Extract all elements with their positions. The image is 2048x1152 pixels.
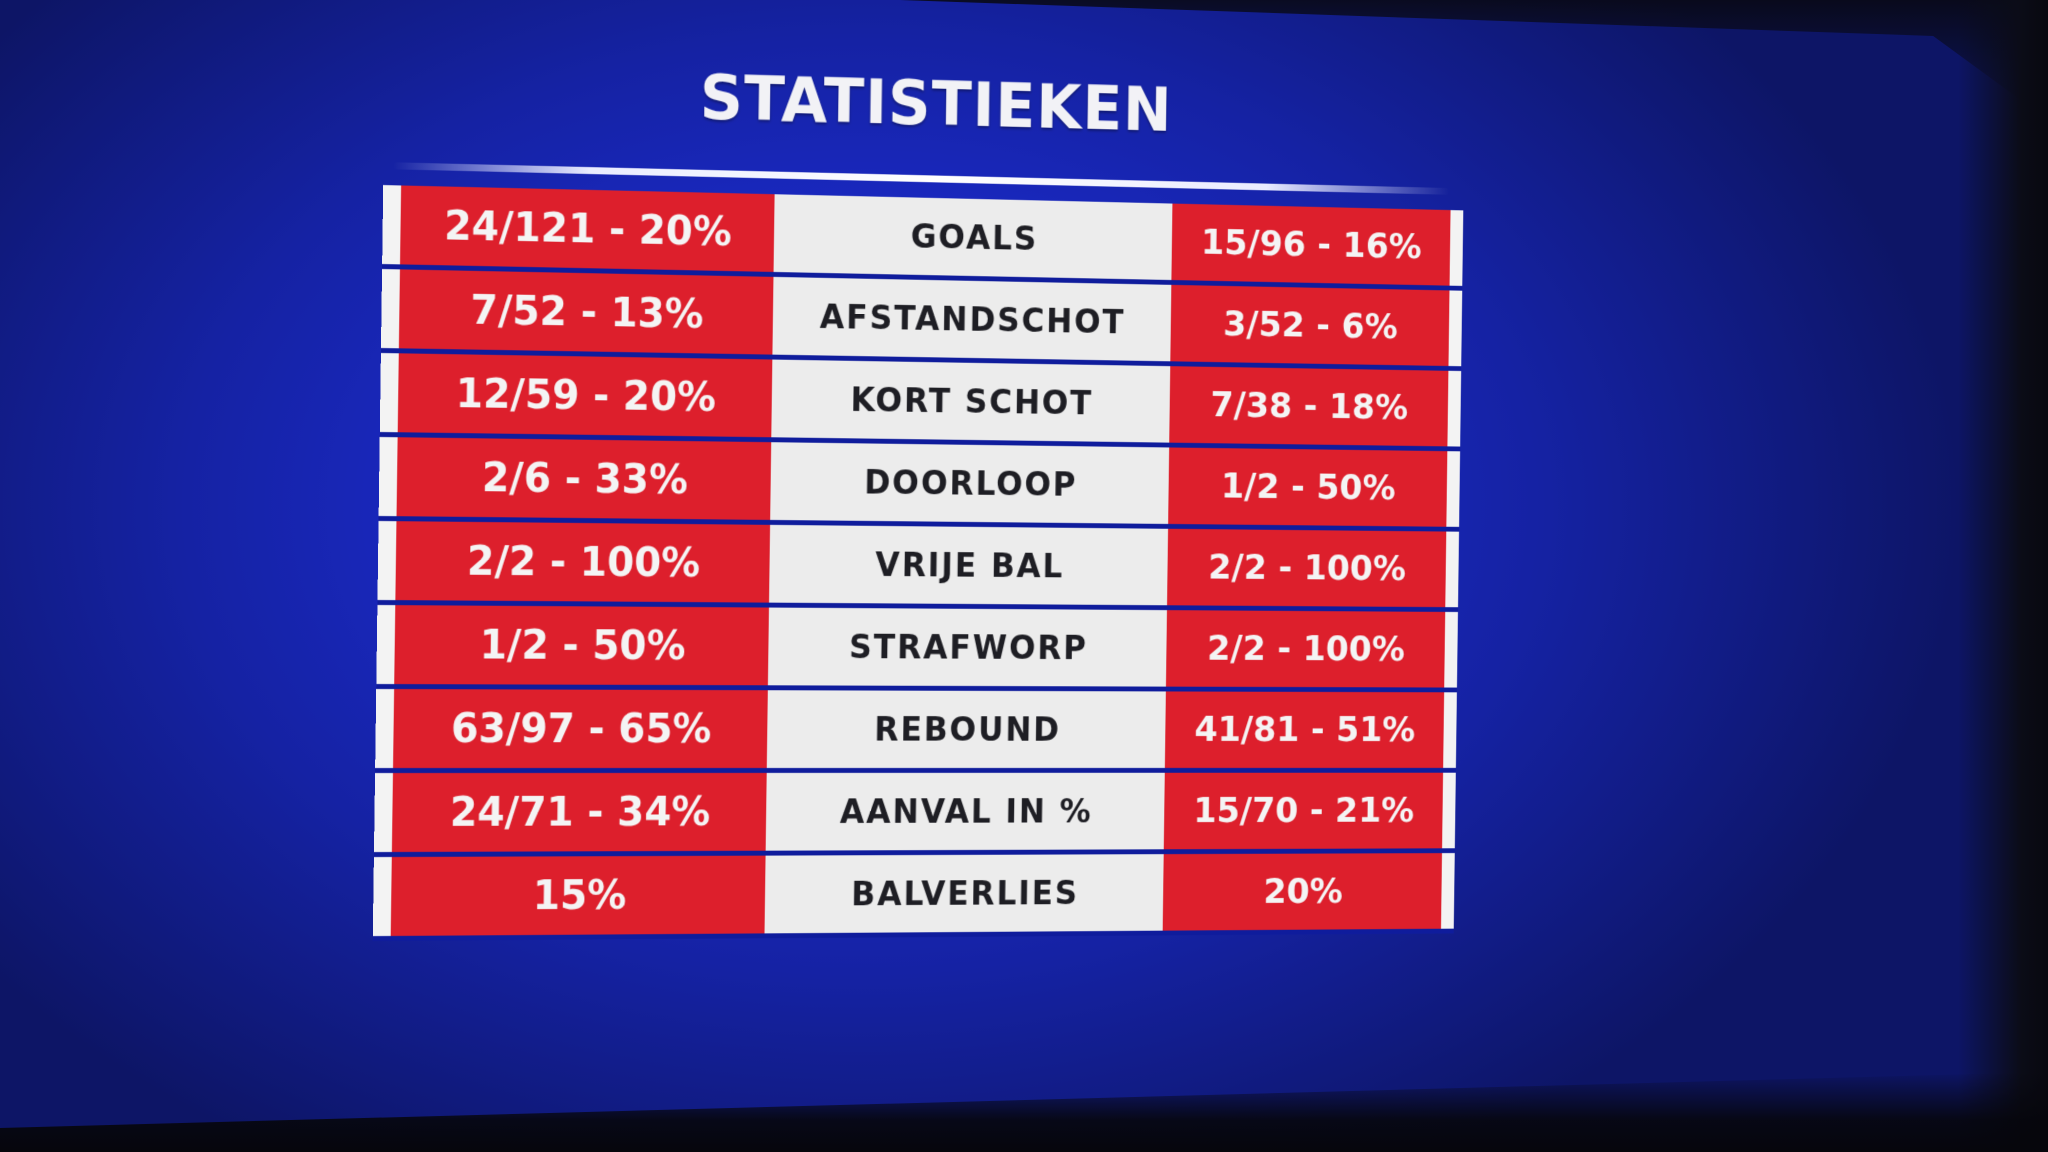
away-value: 20% [1163,853,1442,931]
home-value: 2/6 - 33% [397,437,772,520]
row-edge-left [377,521,396,600]
stat-label: GOALS [774,194,1173,280]
away-value: 3/52 - 6% [1170,285,1449,366]
stat-label: VRIJE BAL [769,525,1168,605]
home-value: 1/2 - 50% [394,605,769,685]
tv-screen: STATISTIEKEN 24/121 - 20% GOALS 15/96 - … [0,0,2048,1152]
row-edge-left [381,269,400,348]
stat-row-doorloop: 2/6 - 33% DOORLOOP 1/2 - 50% [379,437,1464,527]
statistics-panel: STATISTIEKEN 24/121 - 20% GOALS 15/96 - … [372,50,1468,970]
page-title: STATISTIEKEN [384,50,1469,148]
stat-row-vrije-bal: 2/2 - 100% VRIJE BAL 2/2 - 100% [377,521,1462,607]
row-edge-left [376,605,395,684]
away-value: 41/81 - 51% [1165,691,1444,767]
home-value: 24/71 - 34% [392,773,767,852]
stat-label: STRAFWORP [768,608,1167,687]
row-edge-left [382,185,401,264]
stat-row-strafworp: 1/2 - 50% STRAFWORP 2/2 - 100% [376,605,1461,688]
row-edge-right [1441,853,1455,929]
stat-row-rebound: 63/97 - 65% REBOUND 41/81 - 51% [375,689,1460,768]
away-value: 15/96 - 16% [1171,204,1450,286]
away-value: 7/38 - 18% [1169,366,1448,446]
stat-label: BALVERLIES [765,854,1164,933]
stat-label: AANVAL IN % [766,773,1165,851]
row-edge-right [1447,371,1461,447]
stat-row-balverlies: 15% BALVERLIES 20% [373,853,1459,936]
stat-label: REBOUND [767,690,1166,768]
row-edge-right [1443,692,1457,768]
row-edge-right [1445,532,1459,608]
row-edge-left [375,689,394,768]
row-edge-left [379,437,398,516]
stat-row-goals: 24/121 - 20% GOALS 15/96 - 16% [382,185,1467,286]
away-value: 2/2 - 100% [1166,610,1445,687]
row-edge-right [1450,210,1464,286]
screen-bezel-right [1958,0,2048,1152]
home-value: 12/59 - 20% [398,353,773,437]
home-value: 2/2 - 100% [395,521,770,602]
row-edge-right [1442,773,1456,849]
row-edge-right [1446,451,1460,527]
home-value: 63/97 - 65% [393,689,768,768]
statistics-table: 24/121 - 20% GOALS 15/96 - 16% 7/52 - 13… [373,185,1467,941]
home-value: 24/121 - 20% [400,185,775,271]
stat-label: KORT SCHOT [771,360,1170,443]
screen-bezel-bottom [0,1072,2048,1152]
stat-row-aanval: 24/71 - 34% AANVAL IN % 15/70 - 21% [374,773,1459,852]
away-value: 15/70 - 21% [1164,773,1443,850]
stat-label: DOORLOOP [770,442,1169,524]
row-edge-right [1448,290,1462,366]
stat-label: AFSTANDSCHOT [772,277,1171,361]
away-value: 1/2 - 50% [1168,447,1447,526]
row-edge-left [380,353,399,432]
row-edge-left [373,857,392,936]
row-edge-left [374,773,393,852]
home-value: 15% [391,856,766,936]
row-edge-right [1444,612,1458,688]
away-value: 2/2 - 100% [1167,529,1446,607]
home-value: 7/52 - 13% [399,269,774,354]
